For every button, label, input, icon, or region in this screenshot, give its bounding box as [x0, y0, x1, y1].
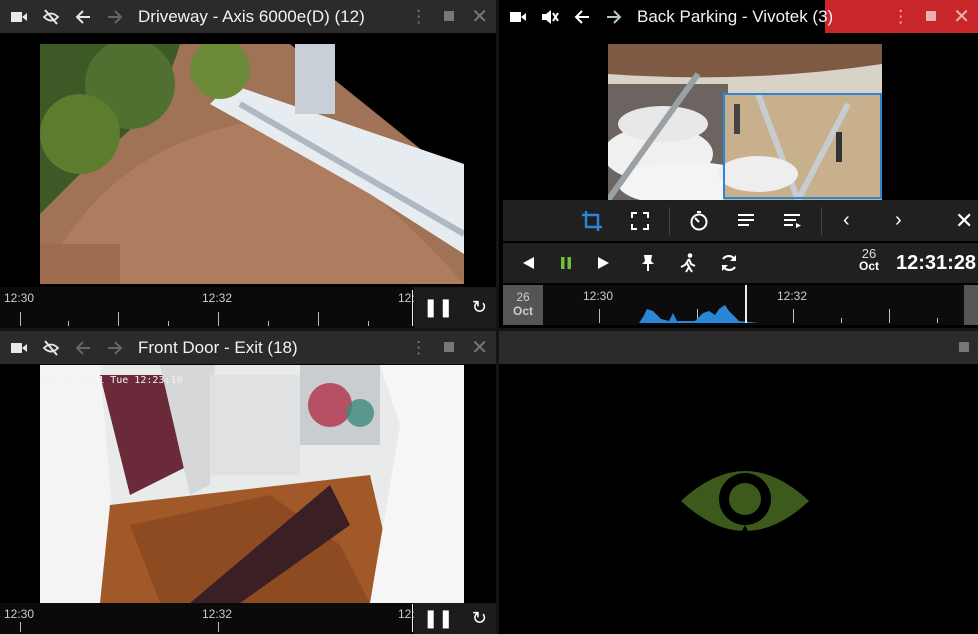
pause-icon[interactable] — [559, 256, 573, 270]
timeline-tick — [318, 312, 319, 326]
video-timestamp-overlay: 10-26-2021 Tue 12:23:10 — [44, 375, 182, 386]
playhead[interactable] — [412, 290, 413, 326]
chevron-right-icon[interactable]: › — [895, 209, 902, 232]
timeline-tick — [218, 622, 219, 632]
motion-activity-graph — [639, 305, 759, 323]
time-display: 12:31:28 — [896, 252, 977, 274]
camera-icon[interactable] — [509, 8, 527, 26]
more-icon[interactable]: ⋮ — [410, 338, 427, 358]
pause-icon[interactable]: ❚❚ — [423, 297, 453, 318]
date-display: 26 Oct — [859, 247, 879, 273]
pane-driveway[interactable]: Driveway - Axis 6000e(D) (12) ⋮ ✕ 12:30 … — [0, 0, 496, 328]
pane-title: Front Door - Exit (18) — [138, 337, 298, 357]
list-arrow-icon[interactable] — [783, 213, 801, 229]
back-arrow-icon[interactable] — [573, 8, 591, 26]
timeline-driveway[interactable]: 12:30 12:32 12:34 ❚❚ ↻ — [0, 287, 496, 328]
sync-icon[interactable] — [719, 253, 739, 273]
pause-icon[interactable]: ❚❚ — [423, 608, 453, 629]
close-icon[interactable]: ✕ — [955, 208, 973, 234]
playhead[interactable] — [745, 285, 747, 323]
pane-title: Back Parking - Vivotek (3) — [637, 6, 834, 26]
chevron-left-icon[interactable]: ‹ — [843, 209, 850, 232]
pane-title: Driveway - Axis 6000e(D) (12) — [138, 6, 365, 26]
timeline-tick — [20, 312, 21, 326]
forward-arrow-icon[interactable] — [106, 339, 124, 357]
step-back-icon[interactable] — [521, 256, 535, 270]
timeline-tick — [937, 318, 938, 323]
forward-arrow-icon[interactable] — [106, 8, 124, 26]
timeline-date-day: 26 — [516, 290, 530, 304]
maximize-icon[interactable] — [443, 338, 455, 358]
close-icon[interactable]: ✕ — [471, 4, 488, 29]
pane-back-parking[interactable]: Back Parking - Vivotek (3) ⋮ ✕ ‹ › ✕ 26 … — [499, 0, 978, 328]
list-icon[interactable] — [737, 213, 755, 229]
parking-image — [608, 44, 882, 200]
timeline-controls: ❚❚ ↻ — [414, 287, 496, 328]
timeline-tick — [793, 309, 794, 323]
mute-icon[interactable] — [541, 8, 559, 26]
more-icon[interactable]: ⋮ — [892, 7, 909, 27]
timeline-tick — [20, 622, 21, 632]
titlebar-driveway: Driveway - Axis 6000e(D) (12) ⋮ ✕ — [0, 0, 496, 33]
camera-icon[interactable] — [10, 339, 28, 357]
timeline-tick — [599, 309, 600, 323]
close-icon[interactable]: ✕ — [471, 335, 488, 360]
back-arrow-icon[interactable] — [74, 8, 92, 26]
timeline-label: 12:30 — [583, 289, 614, 303]
video-feed-driveway[interactable] — [40, 44, 464, 284]
timeline-controls: ❚❚ ↻ — [414, 603, 496, 634]
video-feed-front-door[interactable]: 10-26-2021 Tue 12:23:10 — [40, 365, 464, 603]
ptz-toolbar: ‹ › ✕ — [503, 200, 978, 241]
back-arrow-icon[interactable] — [74, 339, 92, 357]
pane-empty[interactable] — [499, 331, 978, 634]
timeline-tick — [368, 321, 369, 326]
driveway-image — [40, 44, 464, 284]
more-icon[interactable]: ⋮ — [410, 7, 427, 27]
timeline-front-door[interactable]: 12:30 12:32 12:34 ❚❚ ↻ — [0, 603, 496, 634]
timeline-label: 12:32 — [202, 291, 233, 305]
playhead[interactable] — [412, 604, 413, 632]
timeline-scroll-handle[interactable] — [964, 285, 978, 325]
maximize-icon[interactable] — [925, 7, 937, 27]
date-month: Oct — [859, 259, 880, 273]
close-icon[interactable]: ✕ — [953, 4, 970, 29]
timeline-label: 12:32 — [777, 289, 808, 303]
timeline-tick — [268, 321, 269, 326]
hide-overlay-icon[interactable] — [42, 8, 60, 26]
timeline-label: 12:32 — [202, 607, 233, 621]
titlebar-empty — [499, 331, 978, 364]
timeline-tick — [889, 309, 890, 323]
timeline-label: 12:30 — [4, 607, 35, 621]
timeline-tick — [841, 318, 842, 323]
camera-icon[interactable] — [10, 8, 28, 26]
eye-logo-icon — [679, 461, 811, 546]
timeline-back-parking[interactable]: 26 Oct 12:30 12:32 1 — [503, 285, 978, 325]
step-forward-icon[interactable] — [597, 256, 611, 270]
crop-icon[interactable] — [581, 210, 603, 232]
titlebar-back-parking: Back Parking - Vivotek (3) ⋮ ✕ — [499, 0, 978, 33]
titlebar-front-door: Front Door - Exit (18) ⋮ ✕ — [0, 331, 496, 364]
replay-icon[interactable]: ↻ — [472, 608, 487, 629]
forward-arrow-icon[interactable] — [605, 8, 623, 26]
front-door-image: 10-26-2021 Tue 12:23:10 — [40, 365, 464, 603]
pin-icon[interactable] — [641, 254, 655, 272]
video-feed-back-parking[interactable] — [608, 44, 882, 200]
playback-toolbar: 26 Oct 12:31:28 — [503, 243, 978, 283]
fullscreen-icon[interactable] — [631, 211, 649, 230]
timeline-tick — [118, 312, 119, 326]
maximize-icon[interactable] — [443, 7, 455, 27]
timeline-label: 12:30 — [4, 291, 35, 305]
timeline-date-chip: 26 Oct — [503, 285, 543, 325]
timeline-tick — [218, 312, 219, 326]
snapshot-timer-icon[interactable] — [689, 210, 709, 231]
replay-icon[interactable]: ↻ — [472, 297, 487, 318]
maximize-icon[interactable] — [958, 338, 970, 358]
hide-overlay-icon[interactable] — [42, 339, 60, 357]
motion-icon[interactable] — [679, 253, 697, 273]
timeline-date-month: Oct — [512, 304, 533, 318]
timeline-tick — [168, 321, 169, 326]
timeline-tick — [68, 321, 69, 326]
pane-front-door[interactable]: Front Door - Exit (18) ⋮ ✕ 10-26-2021 Tu… — [0, 331, 496, 634]
